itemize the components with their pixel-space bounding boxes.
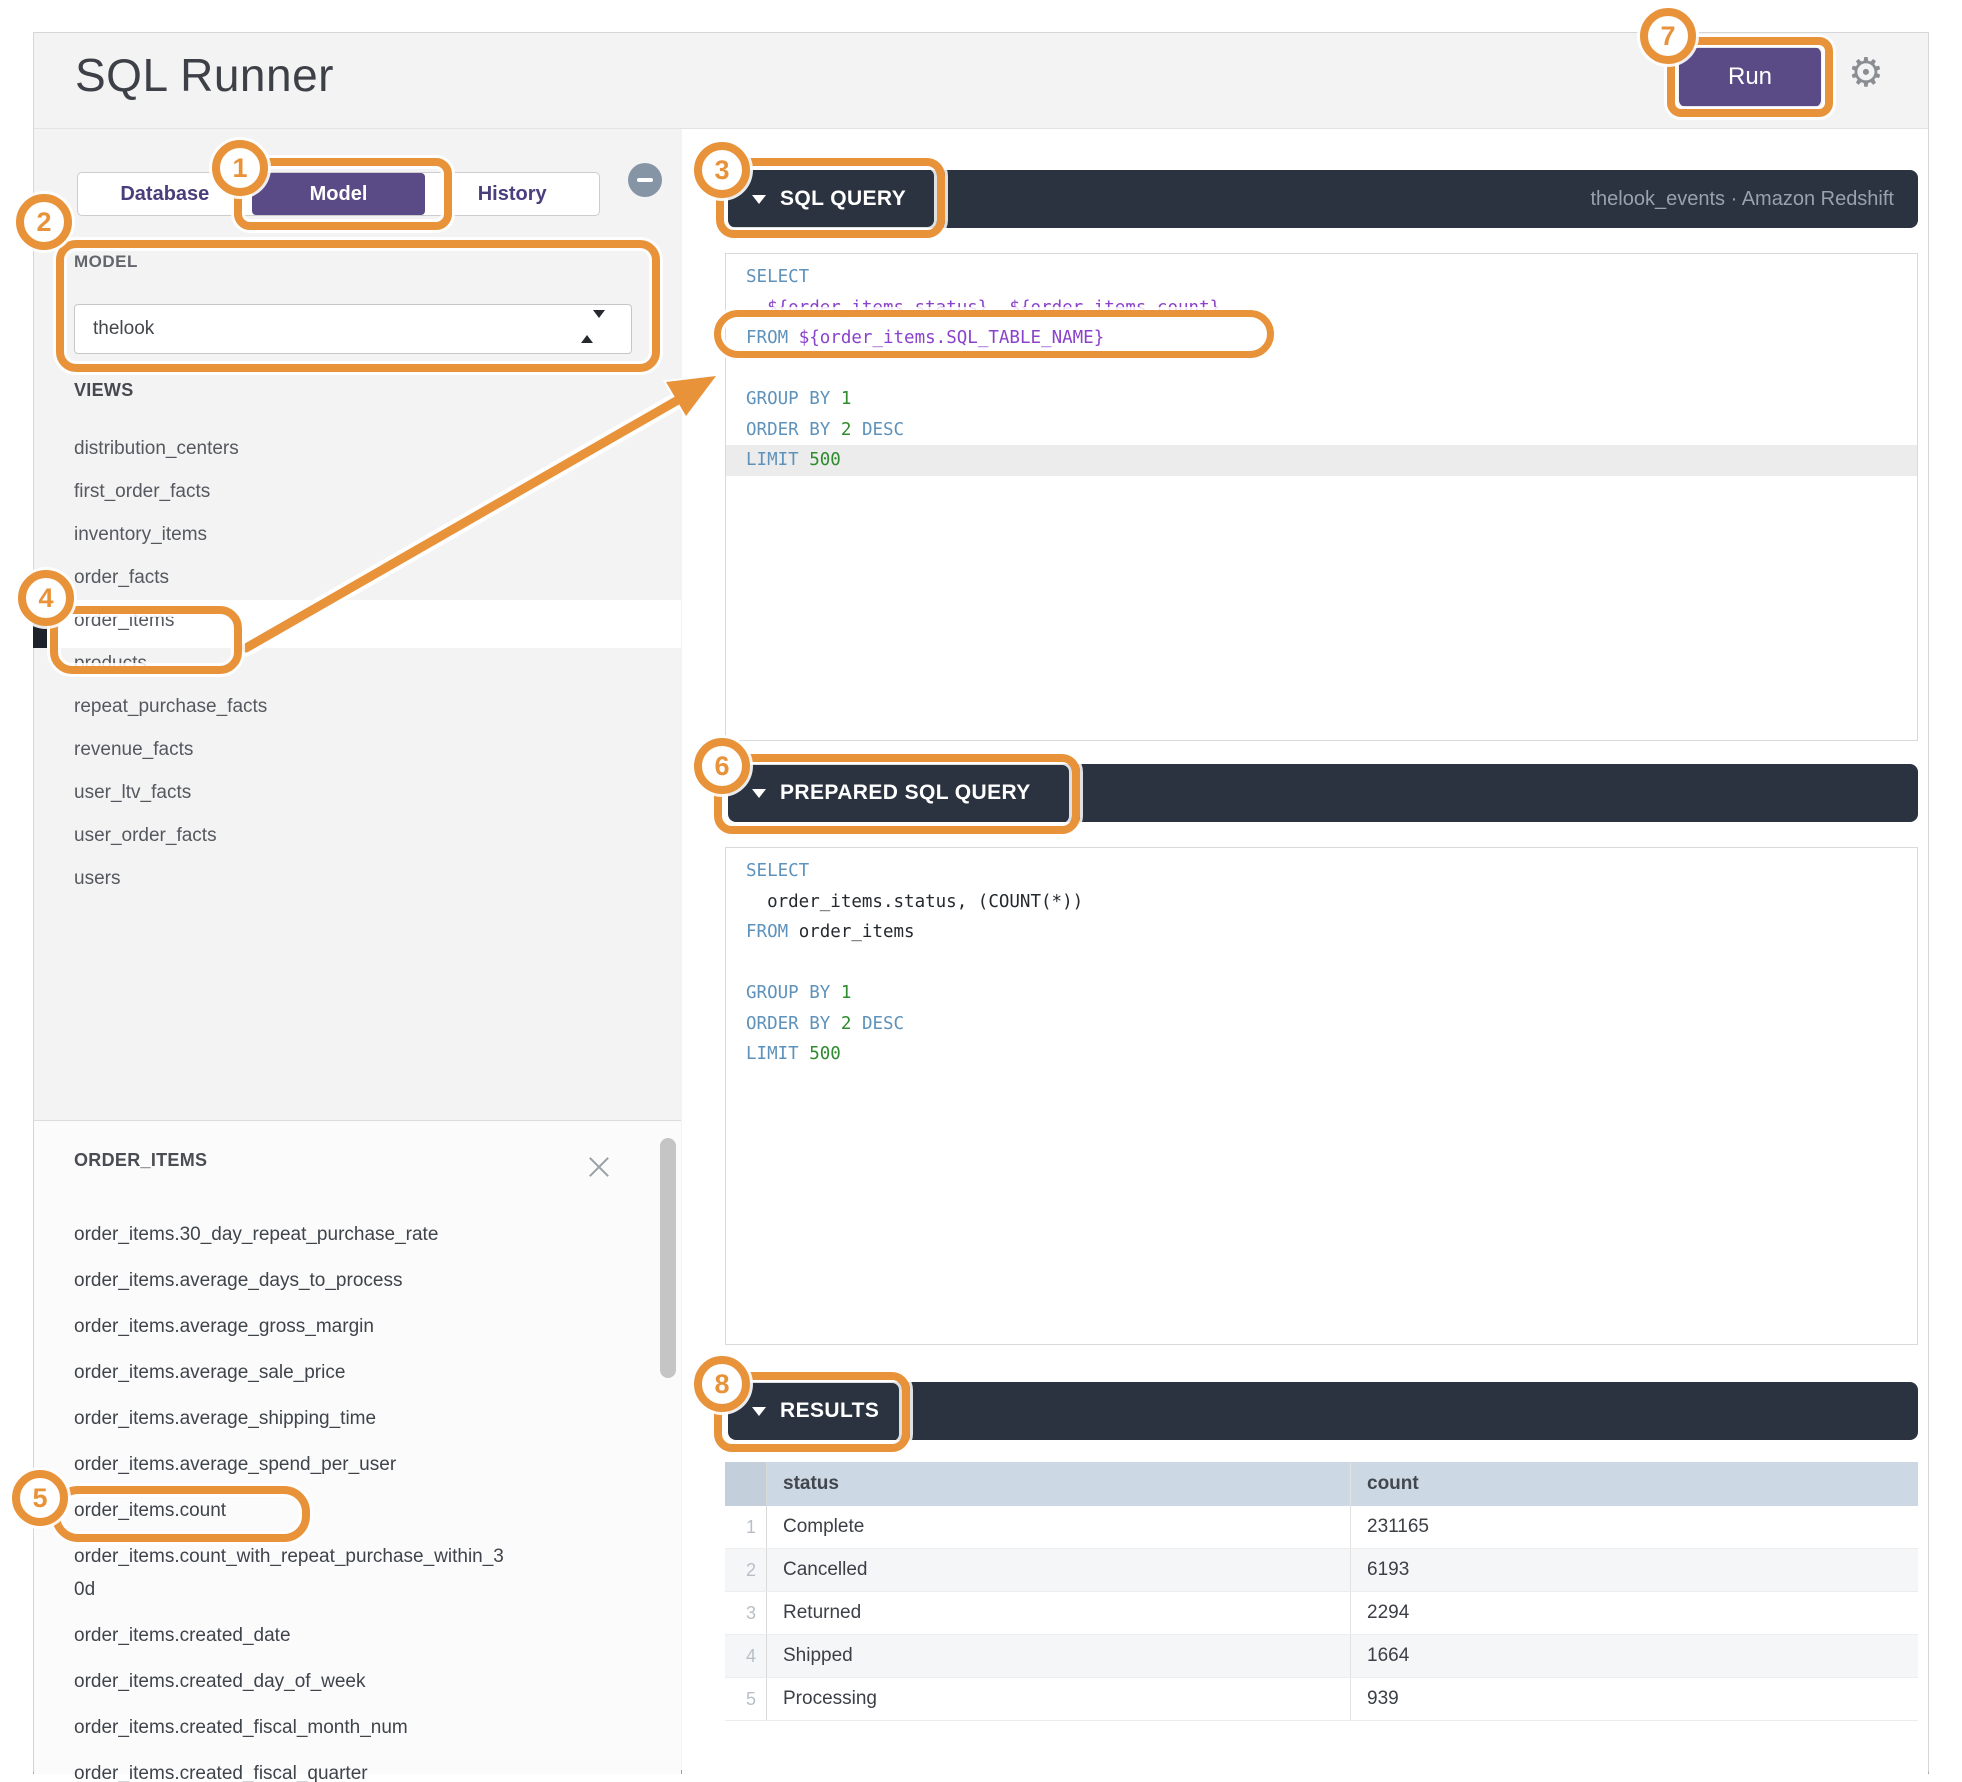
table-row: 2 Cancelled 6193 bbox=[725, 1549, 1918, 1592]
code-line: FROM order_items bbox=[746, 922, 915, 942]
row-number: 1 bbox=[725, 1506, 767, 1548]
field-item[interactable]: order_items.30_day_repeat_purchase_rate bbox=[74, 1218, 504, 1251]
count-cell: 2294 bbox=[1350, 1592, 1918, 1634]
annotation-ring-count-field bbox=[52, 1486, 310, 1542]
annotation-ring-from-clause bbox=[714, 310, 1274, 358]
annotation-ring-prepared-sql bbox=[714, 754, 1080, 834]
annotation-circle-6: 6 bbox=[694, 738, 750, 794]
count-cell: 939 bbox=[1350, 1678, 1918, 1720]
settings-gear-icon[interactable]: ⚙ bbox=[1848, 53, 1884, 93]
code-line: ORDER BY 2 DESC bbox=[746, 419, 905, 440]
view-item-distribution_centers[interactable]: distribution_centers bbox=[74, 427, 574, 470]
count-cell: 6193 bbox=[1350, 1549, 1918, 1591]
code-line: SELECT bbox=[746, 861, 810, 881]
field-item[interactable]: order_items.created_day_of_week bbox=[74, 1665, 504, 1698]
table-row: 1 Complete 231165 bbox=[725, 1506, 1918, 1549]
annotation-circle-1: 1 bbox=[212, 140, 268, 196]
view-item-order_facts[interactable]: order_facts bbox=[74, 556, 574, 599]
field-item[interactable]: order_items.average_gross_margin bbox=[74, 1310, 504, 1343]
row-number: 2 bbox=[725, 1549, 767, 1591]
annotation-circle-4: 4 bbox=[18, 570, 74, 626]
annotation-ring-model-section bbox=[56, 240, 660, 372]
annotation-circle-3: 3 bbox=[694, 142, 750, 198]
field-item[interactable]: order_items.count_with_repeat_purchase_w… bbox=[74, 1540, 504, 1606]
annotation-circle-5: 5 bbox=[12, 1470, 68, 1526]
status-cell: Shipped bbox=[783, 1645, 853, 1666]
annotation-circle-2: 2 bbox=[16, 194, 72, 250]
views-section-label: VIEWS bbox=[74, 380, 134, 400]
field-item[interactable]: order_items.created_fiscal_quarter bbox=[74, 1757, 504, 1782]
status-cell: Returned bbox=[783, 1602, 862, 1623]
column-header-status: status bbox=[783, 1473, 839, 1494]
close-icon[interactable] bbox=[586, 1154, 612, 1180]
table-row: 4 Shipped 1664 bbox=[725, 1635, 1918, 1678]
row-number: 3 bbox=[725, 1592, 767, 1634]
field-item[interactable]: order_items.average_spend_per_user bbox=[74, 1448, 504, 1481]
view-item-users[interactable]: users bbox=[74, 857, 574, 900]
view-item-first_order_facts[interactable]: first_order_facts bbox=[74, 470, 574, 513]
annotation-ring-order-items bbox=[50, 606, 242, 674]
page-title: SQL Runner bbox=[75, 49, 334, 101]
annotation-circle-8: 8 bbox=[694, 1356, 750, 1412]
collapse-minus-icon[interactable] bbox=[628, 163, 662, 197]
view-item-user_ltv_facts[interactable]: user_ltv_facts bbox=[74, 771, 574, 814]
view-item-repeat_purchase_facts[interactable]: repeat_purchase_facts bbox=[74, 685, 574, 728]
field-item[interactable]: order_items.average_days_to_process bbox=[74, 1264, 504, 1297]
status-cell: Cancelled bbox=[783, 1559, 868, 1580]
table-row: 5 Processing 939 bbox=[725, 1678, 1918, 1721]
code-line: order_items.status, (COUNT(*)) bbox=[746, 891, 1084, 912]
sidebar-scrollbar[interactable] bbox=[660, 1138, 676, 1378]
status-cell: Complete bbox=[783, 1516, 865, 1537]
field-item[interactable]: order_items.created_fiscal_month_num bbox=[74, 1711, 504, 1744]
code-line: GROUP BY 1 bbox=[746, 983, 852, 1003]
code-line: SELECT bbox=[746, 267, 810, 287]
row-number: 4 bbox=[725, 1635, 767, 1677]
count-cell: 1664 bbox=[1350, 1635, 1918, 1677]
code-line: LIMIT 500 bbox=[746, 1044, 841, 1064]
count-cell: 231165 bbox=[1350, 1506, 1918, 1548]
table-row: 3 Returned 2294 bbox=[725, 1592, 1918, 1635]
code-line: GROUP BY 1 bbox=[746, 389, 852, 409]
code-line: LIMIT 500 bbox=[726, 445, 1917, 476]
annotation-ring-sql-query bbox=[716, 158, 945, 238]
column-header-count: count bbox=[1350, 1462, 1918, 1506]
status-cell: Processing bbox=[783, 1688, 877, 1709]
sql-runner-page: SQL Runner Run ⚙ Database Model History MO… bbox=[0, 0, 1962, 1782]
field-item[interactable]: order_items.created_date bbox=[74, 1619, 504, 1652]
view-item-user_order_facts[interactable]: user_order_facts bbox=[74, 814, 574, 857]
view-item-revenue_facts[interactable]: revenue_facts bbox=[74, 728, 574, 771]
field-item[interactable]: order_items.average_sale_price bbox=[74, 1356, 504, 1389]
row-number: 5 bbox=[725, 1678, 767, 1720]
field-item[interactable]: order_items.average_shipping_time bbox=[74, 1402, 504, 1435]
row-number-header bbox=[725, 1462, 767, 1506]
header-divider bbox=[34, 128, 1928, 129]
connection-label: thelook_events · Amazon Redshift bbox=[1590, 187, 1894, 210]
results-table: status count 1 Complete 231165 2 Cancelled 6193… bbox=[725, 1462, 1918, 1721]
view-item-inventory_items[interactable]: inventory_items bbox=[74, 513, 574, 556]
prepared-sql-view: SELECT order_items.status, (COUNT(*)) FRO… bbox=[725, 847, 1918, 1345]
annotation-circle-7: 7 bbox=[1640, 8, 1696, 64]
table-header-row: status count bbox=[725, 1462, 1918, 1506]
code-line: ORDER BY 2 DESC bbox=[746, 1013, 905, 1034]
fields-panel-title: ORDER_ITEMS bbox=[74, 1150, 208, 1170]
